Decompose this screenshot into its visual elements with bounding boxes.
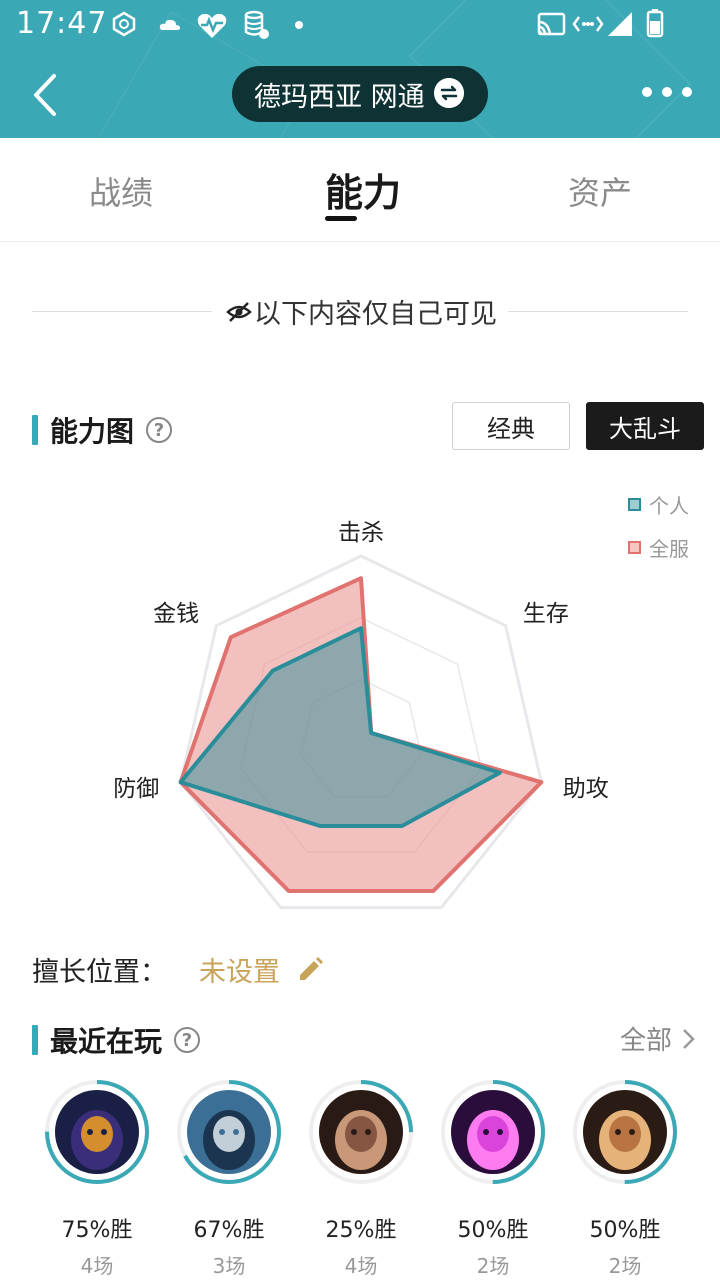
- games-count: 3场: [212, 1254, 246, 1278]
- mode-classic-button[interactable]: 经典: [452, 402, 570, 450]
- preferred-position-row: 擅长位置： 未设置: [32, 950, 324, 989]
- cast-icon: [537, 12, 566, 36]
- champion-card[interactable]: 67%胜 3场: [177, 1080, 281, 1279]
- privacy-notice: 以下内容仅自己可见: [32, 292, 688, 332]
- tab-ability[interactable]: 能力: [325, 162, 401, 217]
- radar-axis-label: 防御: [113, 776, 159, 802]
- health-icon: [197, 13, 227, 39]
- status-time: 17:47: [16, 6, 108, 41]
- legend-server: 全服: [649, 537, 689, 561]
- ability-title: 能力图: [50, 415, 135, 448]
- champion-card[interactable]: 75%胜 4场: [45, 1080, 149, 1279]
- section-accent-bar: [32, 1025, 38, 1055]
- win-rate-text: 25%胜: [325, 1218, 397, 1243]
- server-switch-button[interactable]: 德玛西亚 网通: [232, 66, 488, 122]
- win-rate-text: 67%胜: [193, 1218, 265, 1243]
- help-icon[interactable]: ?: [146, 417, 173, 443]
- status-bar: 17:47: [0, 0, 720, 50]
- privacy-text: 以下内容仅自己可见: [254, 299, 497, 330]
- help-icon[interactable]: ?: [174, 1027, 201, 1053]
- win-rate-text: 75%胜: [61, 1218, 133, 1243]
- server-name: 德玛西亚 网通: [254, 81, 425, 113]
- app-notification-icon: [112, 11, 136, 37]
- mode-aram-button[interactable]: 大乱斗: [586, 402, 704, 450]
- back-arrow-icon[interactable]: [26, 70, 66, 120]
- battery-icon: [646, 9, 664, 38]
- win-rate-ring: [573, 1080, 677, 1184]
- win-rate-ring: [309, 1080, 413, 1184]
- section-accent-bar: [32, 415, 38, 445]
- radar-axis-label: 生存: [523, 601, 569, 627]
- cloud-icon: [159, 19, 180, 30]
- champion-card[interactable]: 50%胜 2场: [573, 1080, 677, 1279]
- eye-hidden-icon: [226, 301, 252, 322]
- chart-legend: 个人 全服: [628, 490, 689, 576]
- champion-card[interactable]: 50%胜 2场: [441, 1080, 545, 1279]
- games-count: 4场: [80, 1254, 114, 1278]
- radar-axis-label: 金钱: [153, 601, 199, 627]
- ability-radar-chart: 击杀生存助攻物理魔法防御金钱: [113, 520, 609, 910]
- header-bar: 17:47 德玛西亚 网通: [0, 0, 720, 138]
- dot-icon: [295, 21, 303, 29]
- champion-portrait: [319, 1090, 403, 1174]
- tab-bar: 战绩 能力 资产: [0, 138, 720, 242]
- edit-pencil-icon[interactable]: [296, 956, 324, 984]
- win-rate-ring: [45, 1080, 149, 1184]
- win-rate-text: 50%胜: [589, 1218, 661, 1243]
- tab-assets[interactable]: 资产: [568, 168, 632, 214]
- data-transfer-icon: [572, 16, 604, 32]
- swap-icon: [434, 78, 464, 108]
- games-count: 2场: [476, 1254, 510, 1278]
- champion-portrait: [451, 1090, 535, 1174]
- legend-personal: 个人: [649, 494, 689, 518]
- position-label: 擅长位置：: [32, 957, 167, 988]
- recent-title: 最近在玩: [50, 1025, 163, 1058]
- radar-axis-label: 助攻: [563, 776, 609, 802]
- divider: [32, 311, 212, 312]
- legend-swatch-personal: [628, 498, 641, 511]
- active-tab-indicator: [325, 216, 357, 221]
- divider: [508, 311, 688, 312]
- recent-section-title: 最近在玩 ?: [32, 1020, 201, 1060]
- champion-portrait: [187, 1090, 271, 1174]
- signal-icon: [608, 12, 632, 36]
- chevron-right-icon: [683, 1028, 695, 1049]
- nav-bar: 德玛西亚 网通: [0, 60, 720, 130]
- storage-icon: [244, 10, 269, 39]
- win-rate-ring: [177, 1080, 281, 1184]
- view-all-link[interactable]: 全部: [620, 1020, 700, 1057]
- position-value[interactable]: 未设置: [199, 950, 280, 989]
- win-rate-ring: [441, 1080, 545, 1184]
- radar-axis-label: 击杀: [338, 520, 384, 546]
- champion-card[interactable]: 25%胜 4场: [309, 1080, 413, 1279]
- games-count: 4场: [344, 1254, 378, 1278]
- champion-portrait: [583, 1090, 667, 1174]
- ability-section-title: 能力图 ?: [32, 410, 173, 450]
- legend-swatch-server: [628, 541, 641, 554]
- tab-records[interactable]: 战绩: [89, 168, 153, 214]
- champion-portrait: [55, 1090, 139, 1174]
- games-count: 2场: [608, 1254, 642, 1278]
- view-all-label: 全部: [619, 1026, 672, 1056]
- more-options-icon[interactable]: [642, 82, 692, 102]
- win-rate-text: 50%胜: [457, 1218, 529, 1243]
